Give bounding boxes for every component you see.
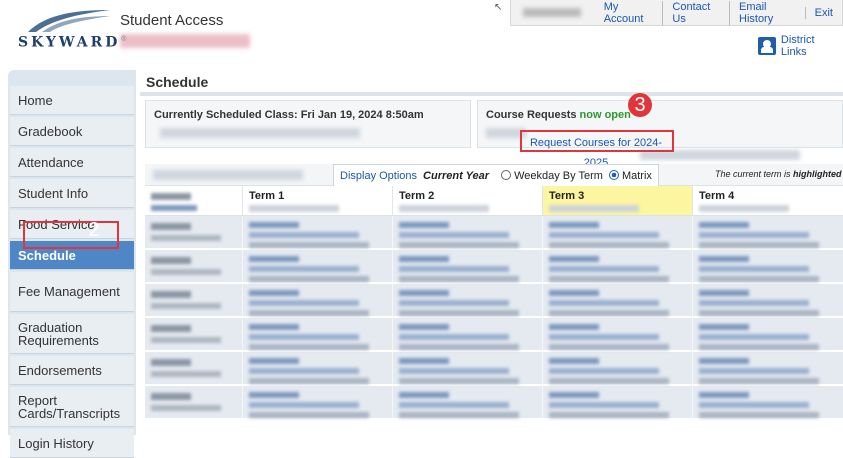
skyward-logo[interactable]: SKYWARD® <box>18 8 127 52</box>
period-cell-redacted <box>145 318 242 350</box>
display-options-link[interactable]: Display Options <box>340 166 417 186</box>
class-cell-redacted[interactable] <box>692 216 842 248</box>
period-cell-redacted <box>145 284 242 316</box>
class-cell-redacted[interactable] <box>242 386 392 418</box>
schedule-rows <box>145 216 843 420</box>
schedule-toolbar: Display Options Current Year Weekday By … <box>145 164 843 186</box>
class-cell-redacted[interactable] <box>542 284 692 316</box>
display-options-tab: Display Options Current Year Weekday By … <box>333 164 659 186</box>
period-cell-redacted <box>145 216 242 248</box>
class-cell-redacted[interactable] <box>692 284 842 316</box>
class-cell-redacted[interactable] <box>242 250 392 282</box>
class-cell-redacted[interactable] <box>692 352 842 384</box>
class-cell-redacted[interactable] <box>542 386 692 418</box>
main-content: Schedule Currently Scheduled Class: Fri … <box>140 70 843 435</box>
top-nav: My Account Contact Us Email History Exit <box>510 0 843 26</box>
schedule-highlight-box <box>23 221 119 249</box>
scheduled-class-detail-redacted <box>160 128 360 138</box>
request-courses-highlight-box <box>520 130 674 152</box>
header: SKYWARD® Student Access ↖ My Account Con… <box>0 0 843 62</box>
period-cell-redacted <box>145 352 242 384</box>
class-cell-redacted[interactable] <box>392 352 542 384</box>
sidebar-item-graduation-requirements[interactable]: Graduation Requirements <box>10 314 134 354</box>
student-name-redacted <box>120 34 250 48</box>
sidebar-item-report-cards[interactable]: Report Cards/Transcripts <box>10 387 134 427</box>
current-term-note: The current term is highlighted <box>715 169 842 179</box>
class-cell-redacted[interactable] <box>692 318 842 350</box>
period-cell-redacted <box>145 250 242 282</box>
school-name-redacted <box>153 170 303 180</box>
schedule-matrix: Term 1 Term 2 Term 3 Term 4 <box>145 186 843 420</box>
table-row <box>145 216 843 250</box>
class-cell-redacted[interactable] <box>392 284 542 316</box>
district-links-label: District Links <box>780 34 815 58</box>
student-id-redacted <box>145 186 242 215</box>
sidebar-item-fee-management[interactable]: Fee Management <box>10 272 134 312</box>
class-cell-redacted[interactable] <box>242 284 392 316</box>
class-cell-redacted[interactable] <box>692 386 842 418</box>
sidebar-item-endorsements[interactable]: Endorsements <box>10 356 134 385</box>
class-cell-redacted[interactable] <box>392 216 542 248</box>
weekday-by-term-option[interactable]: Weekday By Term <box>501 166 603 186</box>
step-2-badge: 2 <box>88 219 100 241</box>
scheduled-class-panel: Currently Scheduled Class: Fri Jan 19, 2… <box>145 100 471 148</box>
radio-off-icon <box>501 169 512 180</box>
class-cell-redacted[interactable] <box>542 250 692 282</box>
class-cell-redacted[interactable] <box>542 216 692 248</box>
scheduled-class-heading: Currently Scheduled Class: Fri Jan 19, 2… <box>154 109 424 121</box>
course-requests-heading: Course Requests now open <box>486 109 631 121</box>
sidebar-item-student-info[interactable]: Student Info <box>10 179 134 208</box>
class-cell-redacted[interactable] <box>242 318 392 350</box>
table-row <box>145 352 843 386</box>
page-title: Schedule <box>146 74 209 90</box>
class-cell-redacted[interactable] <box>392 318 542 350</box>
class-cell-redacted[interactable] <box>392 250 542 282</box>
table-row <box>145 386 843 420</box>
class-cell-redacted[interactable] <box>692 250 842 282</box>
app-title: Student Access <box>120 12 224 29</box>
contact-us-link[interactable]: Contact Us <box>662 0 729 25</box>
table-row <box>145 250 843 284</box>
sidebar-item-attendance[interactable]: Attendance <box>10 148 134 177</box>
class-cell-redacted[interactable] <box>542 352 692 384</box>
class-cell-redacted[interactable] <box>242 352 392 384</box>
district-links-button[interactable]: District Links <box>758 34 843 58</box>
radio-on-icon <box>608 169 619 180</box>
term-2-header: Term 2 <box>392 186 542 215</box>
logo-text: SKYWARD® <box>18 34 127 51</box>
sidebar-item-home[interactable]: Home <box>10 86 134 115</box>
sidebar-nav: Home Gradebook Attendance Student Info F… <box>8 70 136 458</box>
step-3-badge: 3 <box>628 93 652 117</box>
user-name-redacted <box>523 8 581 17</box>
current-year-label: Current Year <box>423 169 490 182</box>
schedule-header-row: Term 1 Term 2 Term 3 Term 4 <box>145 186 843 216</box>
email-history-link[interactable]: Email History <box>729 0 805 25</box>
term-4-header: Term 4 <box>692 186 842 215</box>
sidebar-item-gradebook[interactable]: Gradebook <box>10 117 134 146</box>
class-cell-redacted[interactable] <box>542 318 692 350</box>
swoosh-icon <box>28 10 110 32</box>
exit-link[interactable]: Exit <box>804 6 842 19</box>
matrix-option[interactable]: Matrix <box>608 166 652 186</box>
sidebar-item-login-history[interactable]: Login History <box>10 429 134 458</box>
table-row <box>145 284 843 318</box>
title-divider <box>140 92 843 96</box>
period-cell-redacted <box>145 386 242 418</box>
class-cell-redacted[interactable] <box>392 386 542 418</box>
cursor-icon: ↖ <box>494 2 503 13</box>
term-1-header: Term 1 <box>242 186 392 215</box>
my-account-link[interactable]: My Account <box>595 1 663 25</box>
table-row <box>145 318 843 352</box>
term-3-header: Term 3 <box>542 186 692 215</box>
class-cell-redacted[interactable] <box>242 216 392 248</box>
person-icon <box>758 37 776 55</box>
